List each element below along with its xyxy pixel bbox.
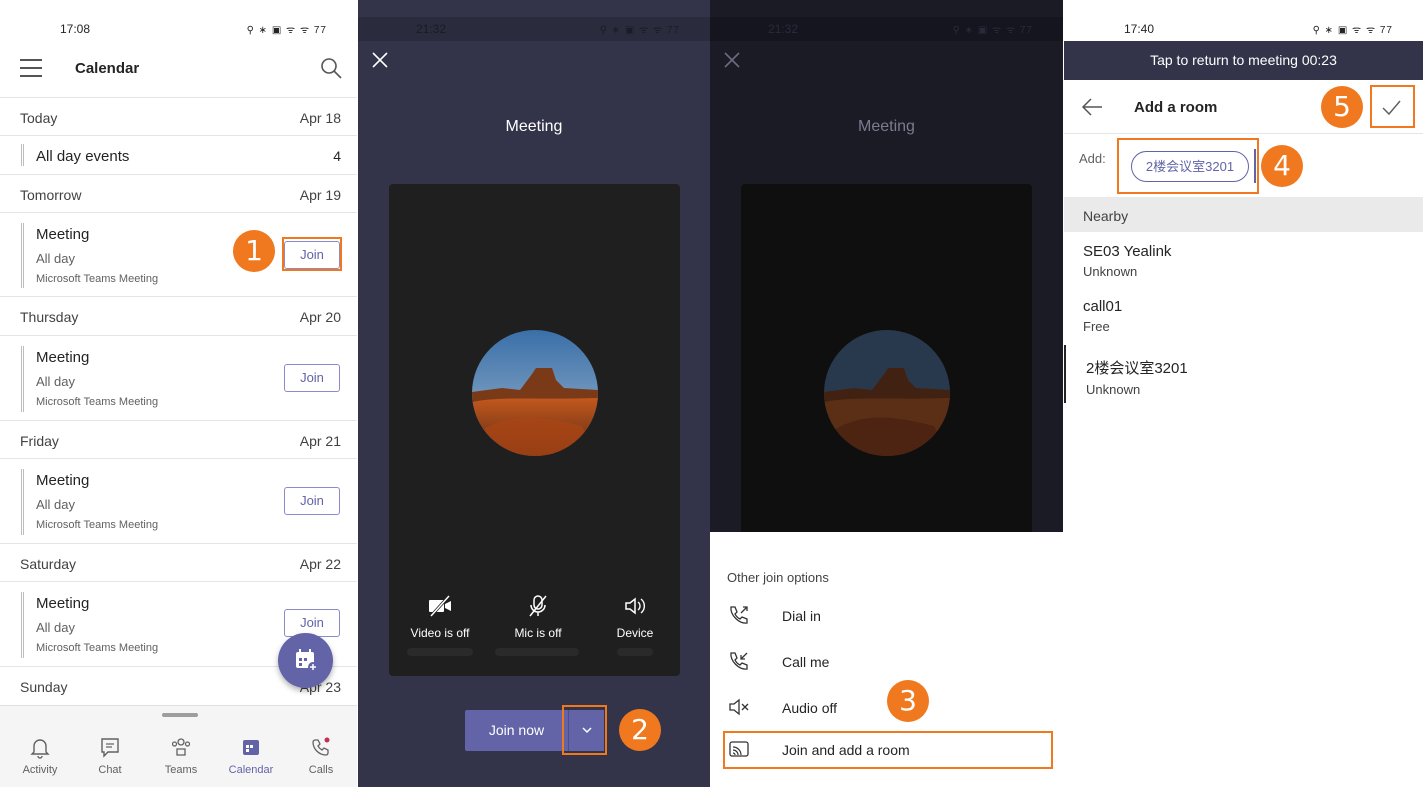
callout-highlight-join xyxy=(282,237,342,271)
selected-room-indicator xyxy=(1064,345,1066,403)
event-color-bar xyxy=(21,346,24,412)
close-icon[interactable] xyxy=(370,50,390,70)
nav-activity[interactable]: Activity xyxy=(10,736,70,776)
calendar-header: Calendar xyxy=(0,44,357,94)
phone-icon xyxy=(312,737,330,756)
desert-landscape-image xyxy=(472,330,598,456)
meeting-title: Meeting xyxy=(505,118,563,135)
meeting-title: Meeting xyxy=(858,118,915,135)
back-arrow-icon[interactable] xyxy=(1080,96,1104,118)
calendar-icon xyxy=(243,740,259,755)
callout-highlight-join-add-room xyxy=(723,731,1053,769)
device-toggle[interactable]: Device xyxy=(590,594,680,640)
chat-icon xyxy=(101,738,119,758)
join-options-screen: 21:32 ⚲ ∗ ▣ ᯤ ᯤ 77 Meeting Other join op… xyxy=(710,0,1063,787)
avatar xyxy=(472,330,598,456)
day-header-today: Today Apr 18 xyxy=(0,97,357,135)
add-label: Add: xyxy=(1079,151,1106,166)
join-now-button[interactable]: Join now xyxy=(465,710,568,751)
teams-icon xyxy=(171,738,191,756)
event-color-bar xyxy=(21,223,24,288)
bottom-navigation: Activity Chat Teams Calendar Calls xyxy=(0,705,357,787)
callout-badge-5: 5 xyxy=(1321,86,1363,128)
calendar-screen: 17:08 ⚲ ∗ ▣ ᯤ ᯤ 77 Calendar Today Apr 18… xyxy=(0,0,357,787)
hamburger-menu-icon[interactable] xyxy=(20,59,42,77)
drag-handle[interactable] xyxy=(162,713,198,717)
event-item[interactable]: Meeting All day Microsoft Teams Meeting … xyxy=(0,335,357,420)
status-bar: 21:32 ⚲ ∗ ▣ ᯤ ᯤ 77 xyxy=(358,17,710,41)
status-time: 17:40 xyxy=(1124,22,1155,36)
status-icons: ⚲ ∗ ▣ ᯤ ᯤ 77 xyxy=(1312,25,1393,36)
nav-calls[interactable]: Calls xyxy=(291,736,351,776)
avatar xyxy=(824,330,950,456)
divider xyxy=(495,648,579,656)
desert-landscape-image xyxy=(824,330,950,456)
speaker-icon xyxy=(625,597,645,615)
video-off-icon xyxy=(429,594,451,618)
event-item[interactable]: Meeting All day Microsoft Teams Meeting … xyxy=(0,458,357,543)
return-to-meeting-banner[interactable]: Tap to return to meeting 00:23 xyxy=(1064,41,1423,80)
bell-icon xyxy=(30,739,50,759)
status-bar: 17:40 ⚲ ∗ ▣ ᯤ ᯤ 77 xyxy=(1064,17,1423,41)
event-color-bar xyxy=(21,144,24,166)
room-item[interactable]: 2楼会议室3201 Unknown xyxy=(1086,357,1188,397)
video-toggle[interactable]: Video is off xyxy=(395,594,485,640)
page-title: Calendar xyxy=(75,60,140,77)
event-color-bar xyxy=(21,469,24,535)
add-room-screen: 17:40 ⚲ ∗ ▣ ᯤ ᯤ 77 Tap to return to meet… xyxy=(1064,0,1423,787)
room-item[interactable]: SE03 Yealink Unknown xyxy=(1083,243,1171,279)
day-header-friday: Friday Apr 21 xyxy=(0,420,357,458)
new-meeting-fab[interactable] xyxy=(278,633,333,688)
callout-badge-1: 1 xyxy=(233,230,275,272)
search-icon[interactable] xyxy=(320,57,342,79)
prejoin-screen: 21:32 ⚲ ∗ ▣ ᯤ ᯤ 77 Meeting Video is off … xyxy=(358,0,710,787)
event-color-bar xyxy=(21,592,24,658)
dial-in-icon xyxy=(730,606,748,624)
day-header-thursday: Thursday Apr 20 xyxy=(0,296,357,334)
status-bar: 17:08 ⚲ ∗ ▣ ᯤ ᯤ 77 xyxy=(0,17,357,41)
day-header-tomorrow: Tomorrow Apr 19 xyxy=(0,174,357,212)
nav-chat[interactable]: Chat xyxy=(80,736,140,776)
divider xyxy=(407,648,473,656)
nearby-header: Nearby xyxy=(1064,197,1423,232)
callout-badge-3: 3 xyxy=(887,680,929,722)
page-title: Add a room xyxy=(1134,99,1218,116)
speaker-muted-icon xyxy=(729,698,749,716)
callout-highlight-chip xyxy=(1117,138,1259,194)
divider xyxy=(617,648,653,656)
day-header-saturday: Saturday Apr 22 xyxy=(0,543,357,581)
nav-calendar[interactable]: Calendar xyxy=(221,736,281,776)
status-icons: ⚲ ∗ ▣ ᯤ ᯤ 77 xyxy=(599,25,680,36)
status-time: 21:32 xyxy=(768,22,799,36)
status-time: 17:08 xyxy=(60,22,91,36)
close-icon[interactable] xyxy=(722,50,742,70)
video-preview: Video is off Mic is off Device xyxy=(389,184,680,676)
room-item[interactable]: call01 Free xyxy=(1083,298,1122,334)
calendar-add-icon xyxy=(296,649,318,672)
callout-highlight-dropdown xyxy=(562,705,607,755)
join-button[interactable]: Join xyxy=(284,364,340,392)
status-icons: ⚲ ∗ ▣ ᯤ ᯤ 77 xyxy=(952,25,1033,36)
callout-badge-4: 4 xyxy=(1261,145,1303,187)
nav-teams[interactable]: Teams xyxy=(151,736,211,776)
option-audio-off[interactable]: Audio off xyxy=(710,688,1063,728)
mic-off-icon xyxy=(529,595,547,617)
call-me-icon xyxy=(730,652,748,670)
all-day-events-row[interactable]: All day events 4 xyxy=(0,135,357,174)
option-call-me[interactable]: Call me xyxy=(710,642,1063,682)
callout-badge-2: 2 xyxy=(619,709,661,751)
status-bar: 21:32 ⚲ ∗ ▣ ᯤ ᯤ 77 xyxy=(710,17,1063,41)
callout-highlight-confirm xyxy=(1370,85,1415,128)
join-button[interactable]: Join xyxy=(284,487,340,515)
option-dial-in[interactable]: Dial in xyxy=(710,596,1063,636)
status-icons: ⚲ ∗ ▣ ᯤ ᯤ 77 xyxy=(246,25,327,36)
status-time: 21:32 xyxy=(416,22,447,36)
mic-toggle[interactable]: Mic is off xyxy=(493,594,583,640)
sheet-title: Other join options xyxy=(727,570,829,585)
